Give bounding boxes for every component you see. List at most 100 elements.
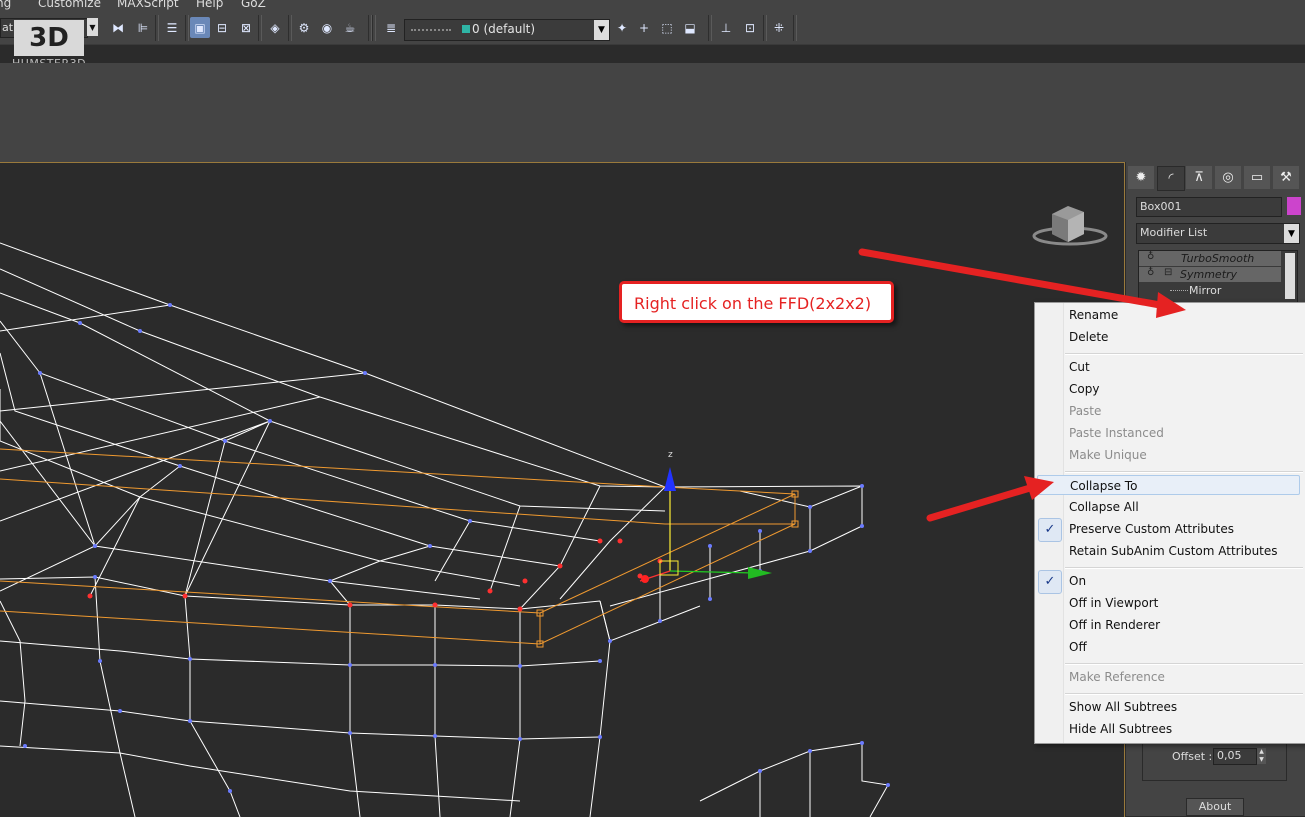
mesh-edge bbox=[509, 609, 521, 817]
menu-item-rendering[interactable]: ng bbox=[0, 0, 11, 10]
menu-item-goz[interactable]: GoZ bbox=[241, 0, 266, 10]
graphite-toggle-icon[interactable]: ▣ bbox=[190, 17, 210, 38]
tutorial-callout: Right click on the FFD(2x2x2) bbox=[619, 281, 894, 323]
mesh-edge bbox=[0, 389, 521, 587]
display-tab-icon[interactable]: ▭ bbox=[1244, 166, 1270, 189]
stack-item-mirror[interactable]: Mirror bbox=[1139, 283, 1281, 298]
create-layer-icon[interactable]: ✦ bbox=[612, 17, 632, 38]
chevron-down-icon[interactable]: ▼ bbox=[1284, 224, 1299, 243]
material-editor-icon[interactable]: ◈ bbox=[265, 17, 285, 38]
menu-item-delete[interactable]: Delete bbox=[1069, 327, 1108, 347]
menu-item-off-in-renderer[interactable]: Off in Renderer bbox=[1069, 615, 1160, 635]
current-layer-dropdown[interactable]: 0 (default) ▼ bbox=[404, 19, 610, 41]
align-icon[interactable]: ⊫ bbox=[133, 17, 153, 38]
menu-item-maxscript[interactable]: MAXScript bbox=[117, 0, 179, 10]
mesh-edge bbox=[0, 700, 601, 740]
mesh-vertex bbox=[860, 741, 864, 745]
utilities-tab-icon[interactable]: ⚒ bbox=[1273, 166, 1299, 189]
offset-value: 0,05 bbox=[1217, 749, 1242, 762]
menu-item-paste: Paste bbox=[1069, 404, 1102, 418]
create-tab-icon[interactable]: ✹ bbox=[1128, 166, 1154, 189]
modifier-stack[interactable]: ♁ TurboSmooth ♁ ⊟ Symmetry Mirror bbox=[1138, 250, 1298, 304]
collapse-minus-icon[interactable]: ⊟ bbox=[1164, 267, 1172, 278]
menu-item-off-in-viewport[interactable]: Off in Viewport bbox=[1069, 593, 1158, 613]
layer-icon[interactable]: ≣ bbox=[381, 17, 401, 38]
mesh-vertex bbox=[758, 769, 762, 773]
toolbar-divider bbox=[155, 15, 159, 41]
menu-separator bbox=[1065, 693, 1303, 695]
schematic-view-icon[interactable]: ⊠ bbox=[236, 17, 256, 38]
menu-item-rename[interactable]: Rename bbox=[1069, 305, 1118, 325]
menu-separator bbox=[1065, 353, 1303, 355]
menu-separator bbox=[1065, 663, 1303, 665]
menu-bar: ng Customize MAXScript Help GoZ bbox=[0, 0, 1305, 12]
menu-separator bbox=[1065, 471, 1303, 473]
mesh-vertex bbox=[860, 524, 864, 528]
menu-item-off[interactable]: Off bbox=[1069, 637, 1087, 657]
menu-item-cut[interactable]: Cut bbox=[1069, 357, 1090, 377]
mesh-vertex bbox=[93, 575, 97, 579]
menu-item-hide-all-subtrees[interactable]: Hide All Subtrees bbox=[1069, 719, 1172, 739]
modifier-list-dropdown[interactable]: Modifier List ▼ bbox=[1136, 223, 1300, 244]
menu-item-on[interactable]: On bbox=[1069, 571, 1086, 591]
stack-item-turbosmooth[interactable]: ♁ TurboSmooth bbox=[1139, 251, 1281, 266]
sweep-icon[interactable]: ⊥ bbox=[716, 17, 736, 38]
mesh-vertex bbox=[228, 789, 232, 793]
lightbulb-icon[interactable]: ♁ bbox=[1147, 267, 1154, 278]
motion-tab-icon[interactable]: ◎ bbox=[1215, 166, 1241, 189]
layer-manager-icon[interactable]: ☰ bbox=[162, 17, 182, 38]
menu-item-collapse-all[interactable]: Collapse All bbox=[1069, 497, 1139, 517]
mesh-vertex bbox=[608, 639, 612, 643]
snaps-icon[interactable]: ⁜ bbox=[769, 17, 789, 38]
selected-vertex bbox=[517, 606, 523, 612]
layer-visibility-dashes bbox=[411, 29, 451, 31]
mesh-edge bbox=[0, 396, 321, 472]
set-current-layer-icon[interactable]: ⬓ bbox=[680, 17, 700, 38]
render-setup-icon[interactable]: ⚙ bbox=[294, 17, 314, 38]
menu-item-paste-instanced: Paste Instanced bbox=[1069, 426, 1164, 440]
mesh-edge bbox=[489, 505, 521, 592]
curve-editor-icon[interactable]: ⊟ bbox=[212, 17, 232, 38]
menu-item-help[interactable]: Help bbox=[196, 0, 223, 10]
lightbulb-icon[interactable]: ♁ bbox=[1147, 251, 1154, 262]
mesh-edge bbox=[0, 292, 666, 512]
render-icon[interactable]: ☕ bbox=[340, 17, 360, 38]
hierarchy-tab-icon[interactable]: ⊼ bbox=[1186, 166, 1212, 189]
offset-field[interactable]: 0,05 bbox=[1213, 748, 1257, 765]
toolbar-divider bbox=[185, 15, 189, 41]
offset-spinner-icon[interactable]: ▲ ▼ bbox=[1257, 748, 1266, 764]
mesh-vertex bbox=[93, 544, 97, 548]
selected-vertex bbox=[522, 578, 528, 584]
menu-item-show-all-subtrees[interactable]: Show All Subtrees bbox=[1069, 697, 1177, 717]
menu-item-retain-subanim-custom-attributes[interactable]: Retain SubAnim Custom Attributes bbox=[1069, 541, 1278, 561]
gizmo-z-arrow bbox=[664, 467, 676, 491]
mesh-edge bbox=[0, 640, 601, 667]
mesh-vertex bbox=[468, 519, 472, 523]
add-to-layer-icon[interactable]: + bbox=[634, 17, 654, 38]
object-color-swatch[interactable] bbox=[1287, 197, 1301, 215]
select-in-layer-icon[interactable]: ⬚ bbox=[657, 17, 677, 38]
current-layer-value: 0 (default) bbox=[472, 22, 536, 36]
about-button[interactable]: About bbox=[1186, 798, 1244, 816]
chevron-down-icon[interactable]: ▼ bbox=[594, 20, 609, 40]
perspective-viewport[interactable]: z bbox=[0, 162, 1125, 817]
menu-item-make-reference: Make Reference bbox=[1069, 670, 1165, 684]
stack-item-symmetry[interactable]: ♁ ⊟ Symmetry bbox=[1139, 267, 1281, 282]
modify-tab-icon[interactable]: ◜ bbox=[1157, 166, 1185, 191]
context-menu: Rename Delete Cut Copy Paste Paste Insta… bbox=[1034, 302, 1305, 744]
menu-item-copy[interactable]: Copy bbox=[1069, 379, 1099, 399]
tree-connector bbox=[1170, 290, 1188, 291]
object-name-field[interactable]: Box001 bbox=[1136, 197, 1282, 217]
measure-icon[interactable]: ⊡ bbox=[740, 17, 760, 38]
mesh-vertex bbox=[168, 303, 172, 307]
menu-item-customize[interactable]: Customize bbox=[38, 0, 101, 10]
humster3d-logo: 3D HUMSTER3D bbox=[10, 14, 90, 70]
mesh-vertex bbox=[178, 464, 182, 468]
mesh-vertex bbox=[598, 735, 602, 739]
mirror-icon[interactable]: ⧓ bbox=[108, 17, 128, 38]
menu-item-collapse-to[interactable]: Collapse To bbox=[1037, 475, 1300, 495]
rendered-frame-icon[interactable]: ◉ bbox=[317, 17, 337, 38]
viewcube-icon[interactable] bbox=[1032, 202, 1108, 248]
menu-item-preserve-custom-attributes[interactable]: Preserve Custom Attributes bbox=[1069, 519, 1234, 539]
stack-scrollbar[interactable] bbox=[1285, 253, 1295, 299]
